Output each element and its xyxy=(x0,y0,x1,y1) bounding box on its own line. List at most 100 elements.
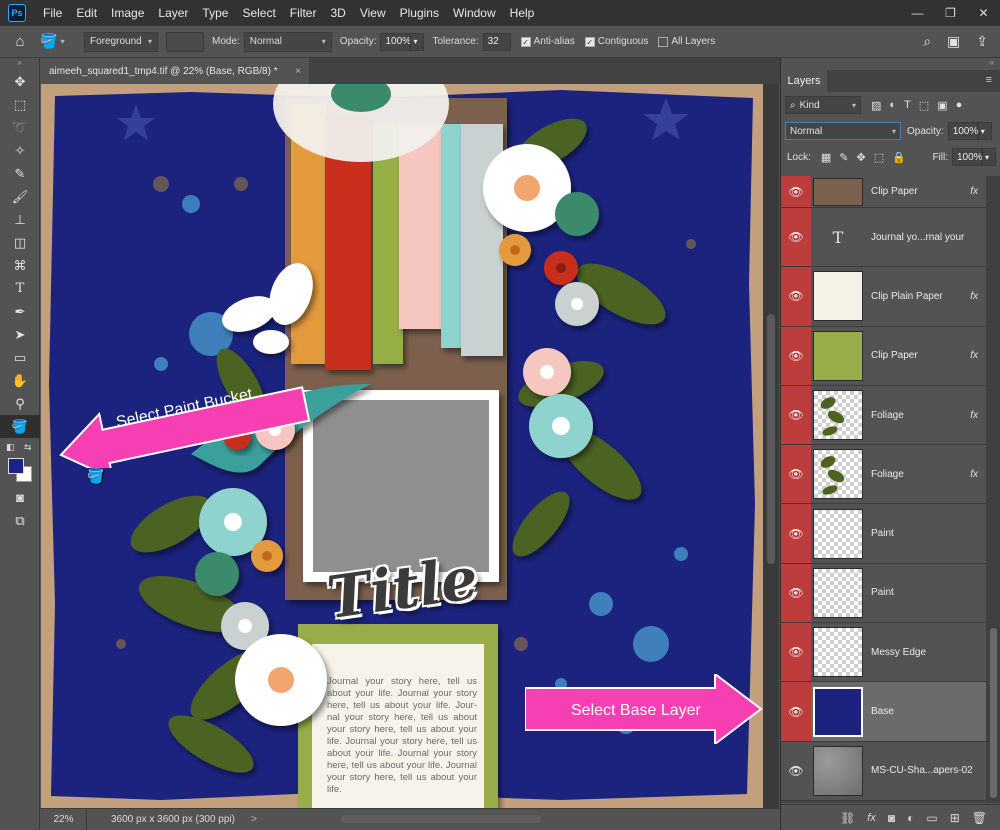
default-colors-icon[interactable]: ◧ xyxy=(6,442,15,453)
layer-name[interactable]: Clip Plain Paper xyxy=(871,291,943,302)
filter-toggle-icon[interactable]: ● xyxy=(956,99,963,112)
type-filter-icon[interactable]: T xyxy=(904,99,911,112)
menu-layer[interactable]: Layer xyxy=(151,0,195,26)
layer-thumbnail[interactable] xyxy=(813,627,863,678)
type-tool-icon[interactable]: T xyxy=(0,277,40,300)
layer-opacity-input[interactable]: 100% xyxy=(947,122,978,140)
home-icon[interactable]: ⌂ xyxy=(0,33,40,50)
tab-layers[interactable]: Layers xyxy=(781,70,827,92)
menu-edit[interactable]: Edit xyxy=(69,0,104,26)
contiguous-checkbox[interactable]: ✓ Contiguous xyxy=(584,36,648,47)
layer-row[interactable]: 👁 Clip Paper fx xyxy=(781,326,986,386)
eye-icon[interactable]: 👁 xyxy=(781,385,811,445)
menu-3d[interactable]: 3D xyxy=(323,0,352,26)
mode-select[interactable]: Normal ▾ xyxy=(243,31,332,52)
lasso-tool-icon[interactable]: ➰ xyxy=(0,116,40,139)
tolerance-input[interactable]: 32 xyxy=(482,32,511,51)
layer-thumbnail[interactable] xyxy=(813,686,863,737)
layer-thumbnail[interactable] xyxy=(813,449,863,500)
eye-icon[interactable]: 👁 xyxy=(781,267,811,326)
layer-row[interactable]: 👁 MS-CU-Sha...apers-02 xyxy=(781,741,986,801)
layer-name[interactable]: Journal yo...rnal your xyxy=(871,232,964,243)
eye-icon[interactable]: 👁 xyxy=(781,563,811,623)
new-group-icon[interactable]: ▭ xyxy=(926,811,937,825)
minimize-button[interactable]: — xyxy=(901,2,934,24)
eraser-tool-icon[interactable]: ◫ xyxy=(0,231,40,254)
move-tool-icon[interactable]: ✥ xyxy=(0,70,40,93)
clone-stamp-tool-icon[interactable]: ⊥ xyxy=(0,208,40,231)
lock-transparency-icon[interactable]: ▦ xyxy=(821,151,831,164)
screen-mode-icon[interactable]: ⧉ xyxy=(0,509,40,532)
close-icon[interactable]: × xyxy=(295,66,301,77)
panel-collapse-icon[interactable]: » xyxy=(0,58,39,70)
opacity-input[interactable]: 100% xyxy=(380,32,411,51)
eyedropper-tool-icon[interactable]: ✎ xyxy=(0,162,40,185)
menu-file[interactable]: File xyxy=(36,0,69,26)
layer-name[interactable]: Paint xyxy=(871,528,894,539)
eye-icon[interactable]: 👁 xyxy=(781,208,811,267)
blend-mode-select[interactable]: Normal ▾ xyxy=(785,122,901,140)
add-mask-icon[interactable]: ◙ xyxy=(888,811,895,825)
scrollbar-thumb[interactable] xyxy=(767,314,775,564)
eye-icon[interactable]: 👁 xyxy=(781,682,811,741)
layer-name[interactable]: Foliage xyxy=(871,469,904,480)
menu-select[interactable]: Select xyxy=(235,0,282,26)
menu-help[interactable]: Help xyxy=(503,0,542,26)
fill-dropdown[interactable]: ▾ xyxy=(982,148,996,166)
document-tab[interactable]: aimeeh_squared1_tmp4.tif @ 22% (Base, RG… xyxy=(41,58,309,84)
layer-name[interactable]: Paint xyxy=(871,587,894,598)
panel-menu-icon[interactable]: ≡ xyxy=(986,74,992,86)
close-window-button[interactable]: ✕ xyxy=(967,2,1000,24)
fx-badge-icon[interactable]: fx xyxy=(970,291,978,302)
layer-thumbnail[interactable] xyxy=(813,508,863,559)
layer-row[interactable]: 👁 Foliage fx xyxy=(781,385,986,446)
fill-source-select[interactable]: Foreground ▾ xyxy=(84,31,158,52)
eye-icon[interactable]: 👁 xyxy=(781,445,811,504)
menu-view[interactable]: View xyxy=(353,0,393,26)
panel-collapse-icon[interactable]: « xyxy=(781,58,1000,70)
layer-thumbnail[interactable] xyxy=(813,745,863,796)
shape-filter-icon[interactable]: ⬚ xyxy=(919,99,929,112)
fx-badge-icon[interactable]: fx xyxy=(970,469,978,480)
layer-thumbnail[interactable] xyxy=(813,330,863,381)
layer-thumbnail[interactable] xyxy=(813,390,863,441)
layers-scrollbar[interactable] xyxy=(986,176,1000,803)
type-layer-icon[interactable]: T xyxy=(813,212,863,262)
restore-button[interactable]: ❐ xyxy=(934,2,967,24)
new-layer-icon[interactable]: ⊞ xyxy=(950,811,960,825)
marquee-tool-icon[interactable]: ⬚ xyxy=(0,93,40,116)
smart-object-filter-icon[interactable]: ▣ xyxy=(937,99,947,112)
eye-icon[interactable]: 👁 xyxy=(781,504,811,563)
layer-row[interactable]: 👁 Messy Edge xyxy=(781,623,986,683)
swap-colors-icon[interactable]: ⇆ xyxy=(24,442,32,453)
layer-row[interactable]: 👁 Paint xyxy=(781,504,986,564)
tool-preset-picker[interactable]: 🪣 ▾ xyxy=(40,33,80,50)
quick-mask-icon[interactable]: ◙ xyxy=(0,486,40,509)
canvas-horizontal-scrollbar[interactable] xyxy=(341,815,541,823)
search-icon[interactable]: ⌕ xyxy=(923,33,931,50)
eye-icon[interactable]: 👁 xyxy=(781,742,811,800)
eye-icon[interactable]: 👁 xyxy=(781,326,811,385)
layer-name[interactable]: Clip Paper xyxy=(871,350,918,361)
menu-plugins[interactable]: Plugins xyxy=(393,0,446,26)
layer-thumbnail[interactable] xyxy=(813,271,863,322)
pixel-filter-icon[interactable]: ▨ xyxy=(871,99,881,112)
fx-badge-icon[interactable]: fx xyxy=(970,350,978,361)
trash-icon[interactable]: 🗑 xyxy=(972,811,987,825)
rectangle-tool-icon[interactable]: ▭ xyxy=(0,346,40,369)
layer-opacity-dropdown[interactable]: ▾ xyxy=(977,122,992,140)
layer-name[interactable]: Messy Edge xyxy=(871,647,926,658)
layer-thumbnail[interactable] xyxy=(813,177,863,206)
lock-pixels-icon[interactable]: ✎ xyxy=(839,151,848,164)
layer-row[interactable]: 👁 Base xyxy=(781,682,986,742)
paint-bucket-tool-icon[interactable]: 🪣 xyxy=(0,415,40,438)
fx-badge-icon[interactable]: fx xyxy=(970,410,978,421)
opacity-dropdown[interactable]: ▾ xyxy=(410,32,425,51)
all-layers-checkbox[interactable]: All Layers xyxy=(658,36,715,47)
adjustment-filter-icon[interactable]: ◐ xyxy=(889,99,896,112)
fx-badge-icon[interactable]: fx xyxy=(970,186,978,197)
pattern-picker[interactable] xyxy=(166,31,204,52)
foreground-color-swatch[interactable] xyxy=(8,458,24,474)
layer-row[interactable]: 👁 Foliage fx xyxy=(781,445,986,505)
lock-position-icon[interactable]: ✥ xyxy=(857,151,866,164)
